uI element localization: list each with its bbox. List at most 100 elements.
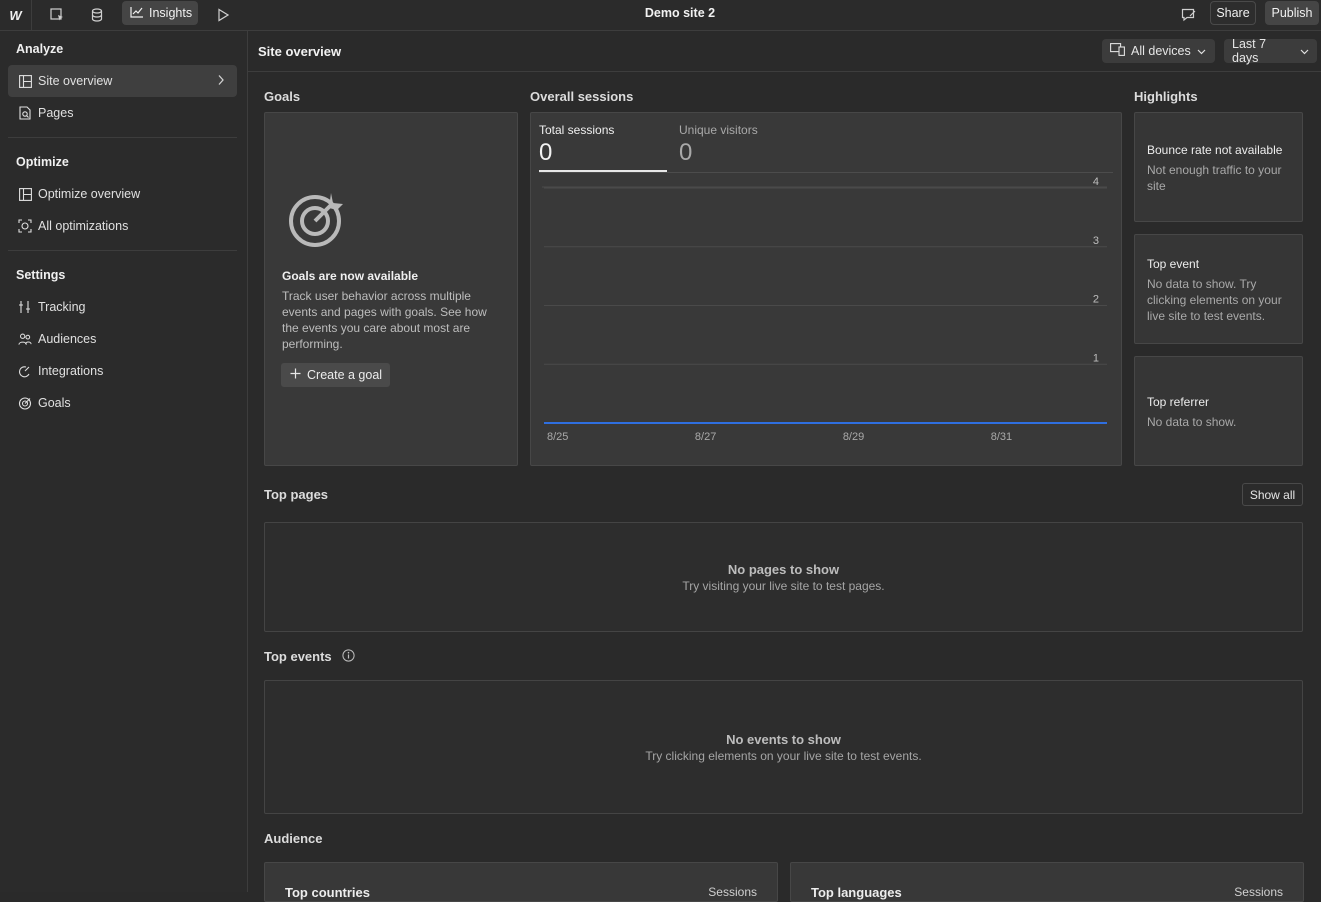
y-tick-label: 3 xyxy=(1093,235,1099,247)
publish-button[interactable]: Publish xyxy=(1265,1,1319,25)
main-header: Site overview All devices Last 7 days xyxy=(248,31,1321,72)
goals-card-description: Track user behavior across multiple even… xyxy=(282,289,487,351)
x-tick-label: 8/29 xyxy=(843,431,864,443)
sidebar-item-label: Tracking xyxy=(38,300,86,314)
sidebar-item-label: Goals xyxy=(38,396,71,410)
sessions-section-title: Overall sessions xyxy=(530,89,634,104)
sidebar-item-label: Pages xyxy=(38,106,74,120)
sidebar-item-label: Integrations xyxy=(38,364,104,378)
date-range-dropdown[interactable]: Last 7 days xyxy=(1224,37,1317,65)
empty-state-title: No events to show xyxy=(726,732,841,747)
plus-icon xyxy=(290,368,301,382)
main-content: Site overview All devices Last 7 days Go… xyxy=(248,31,1321,902)
target-frame-icon xyxy=(18,219,32,233)
sidebar-item-audiences[interactable]: Audiences xyxy=(8,323,237,355)
sidebar-item-label: Optimize overview xyxy=(38,187,141,201)
create-goal-button[interactable]: Create a goal xyxy=(281,363,390,387)
sidebar-item-goals[interactable]: Goals xyxy=(8,387,237,419)
top-countries-card: Top countries Sessions xyxy=(264,862,778,902)
sidebar-item-all-optimizations[interactable]: All optimizations xyxy=(8,210,237,242)
date-range-label: Last 7 days xyxy=(1232,37,1267,65)
empty-state-description: Try clicking elements on your live site … xyxy=(645,749,922,763)
target-icon xyxy=(18,396,32,410)
top-events-card: No events to show Try clicking elements … xyxy=(264,680,1303,814)
sidebar-item-optimize-overview[interactable]: Optimize overview xyxy=(8,178,237,210)
sessions-column-header: Sessions xyxy=(1234,885,1283,899)
top-languages-card: Top languages Sessions xyxy=(790,862,1304,902)
x-tick-label: 8/27 xyxy=(695,431,716,443)
unique-visitors-label[interactable]: Unique visitors xyxy=(679,123,758,137)
empty-state-description: Try visiting your live site to test page… xyxy=(682,579,885,593)
goals-section-title: Goals xyxy=(264,89,301,104)
sidebar-item-label: All optimizations xyxy=(38,219,129,233)
highlight-card-top-event: Top event No data to show. Try clicking … xyxy=(1134,234,1303,344)
devices-icon xyxy=(1110,43,1125,59)
goal-target-icon xyxy=(287,189,347,252)
sidebar-item-integrations[interactable]: Integrations xyxy=(8,355,237,387)
insights-tab[interactable]: Insights xyxy=(122,1,198,25)
total-sessions-value: 0 xyxy=(539,139,553,166)
comments-icon[interactable] xyxy=(1176,3,1202,27)
top-pages-card: No pages to show Try visiting your live … xyxy=(264,522,1303,632)
navigator-icon[interactable] xyxy=(44,3,70,27)
play-icon[interactable] xyxy=(210,3,236,27)
sidebar-item-pages[interactable]: Pages xyxy=(8,97,237,129)
highlight-card-top-referrer: Top referrer No data to show. xyxy=(1134,356,1303,466)
chevron-right-icon xyxy=(217,74,225,89)
site-title: Demo site 2 xyxy=(644,6,716,20)
sidebar-item-label: Site overview xyxy=(38,74,113,88)
highlight-card-bounce-rate: Bounce rate not available Not enough tra… xyxy=(1134,112,1303,222)
sidebar-item-tracking[interactable]: Tracking xyxy=(8,291,237,323)
sessions-column-header: Sessions xyxy=(708,885,757,899)
x-tick-label: 8/25 xyxy=(547,431,568,443)
highlight-title: Top event xyxy=(1147,257,1200,271)
page-search-icon xyxy=(18,106,32,120)
people-icon xyxy=(18,332,32,346)
page-title: Site overview xyxy=(258,44,342,59)
active-metric-indicator xyxy=(539,170,667,172)
chevron-down-icon xyxy=(1300,44,1309,58)
info-icon[interactable] xyxy=(342,649,355,665)
y-tick-label: 2 xyxy=(1093,294,1099,306)
highlight-title: Top referrer xyxy=(1147,395,1210,409)
sidebar-item-label: Audiences xyxy=(38,332,97,346)
layout-icon xyxy=(18,187,32,201)
highlight-description: No data to show. Try clicking elements o… xyxy=(1147,277,1282,323)
layout-icon xyxy=(18,74,32,88)
audience-title: Audience xyxy=(264,831,323,846)
top-events-title: Top events xyxy=(264,649,332,664)
sidebar-divider xyxy=(8,137,237,138)
y-tick-label: 1 xyxy=(1093,352,1099,364)
chevron-down-icon xyxy=(1197,44,1206,58)
goals-card: Goals are now available Track user behav… xyxy=(264,112,518,466)
unique-visitors-value: 0 xyxy=(679,139,693,166)
highlight-title: Bounce rate not available xyxy=(1147,143,1283,157)
share-button[interactable]: Share xyxy=(1210,1,1256,25)
plug-icon xyxy=(18,364,32,378)
sidebar: Analyze Site overview Pages Optimize Opt… xyxy=(0,31,248,892)
insights-chart-icon xyxy=(130,6,144,21)
sliders-icon xyxy=(18,300,32,314)
sidebar-section-optimize: Optimize xyxy=(16,155,69,169)
goals-card-title: Goals are now available xyxy=(282,269,419,283)
sidebar-divider xyxy=(8,250,237,251)
sessions-card: Total sessions 0 Unique visitors 0 1 2 3 4 8… xyxy=(530,112,1122,466)
sidebar-section-settings: Settings xyxy=(16,268,66,282)
sidebar-item-site-overview[interactable]: Site overview xyxy=(8,65,237,97)
top-bar: W Insights Demo site 2 Share Publish xyxy=(0,0,1321,31)
insights-label: Insights xyxy=(149,6,193,20)
highlight-description: Not enough traffic to your site xyxy=(1147,163,1282,193)
total-sessions-label[interactable]: Total sessions xyxy=(539,123,614,137)
empty-state-title: No pages to show xyxy=(727,562,840,577)
devices-dropdown[interactable]: All devices xyxy=(1102,39,1215,63)
database-icon[interactable] xyxy=(84,3,110,27)
sidebar-section-analyze: Analyze xyxy=(16,42,64,56)
x-tick-label: 8/31 xyxy=(991,431,1012,443)
show-all-button[interactable]: Show all xyxy=(1242,483,1303,506)
devices-label: All devices xyxy=(1131,44,1191,58)
highlight-description: No data to show. xyxy=(1147,415,1237,429)
top-pages-title: Top pages xyxy=(264,487,329,502)
sessions-line-chart: 1 2 3 4 8/25 8/27 8/29 8/31 xyxy=(542,176,1107,443)
y-tick-label: 4 xyxy=(1093,176,1099,188)
webflow-logo[interactable]: W xyxy=(0,0,32,30)
